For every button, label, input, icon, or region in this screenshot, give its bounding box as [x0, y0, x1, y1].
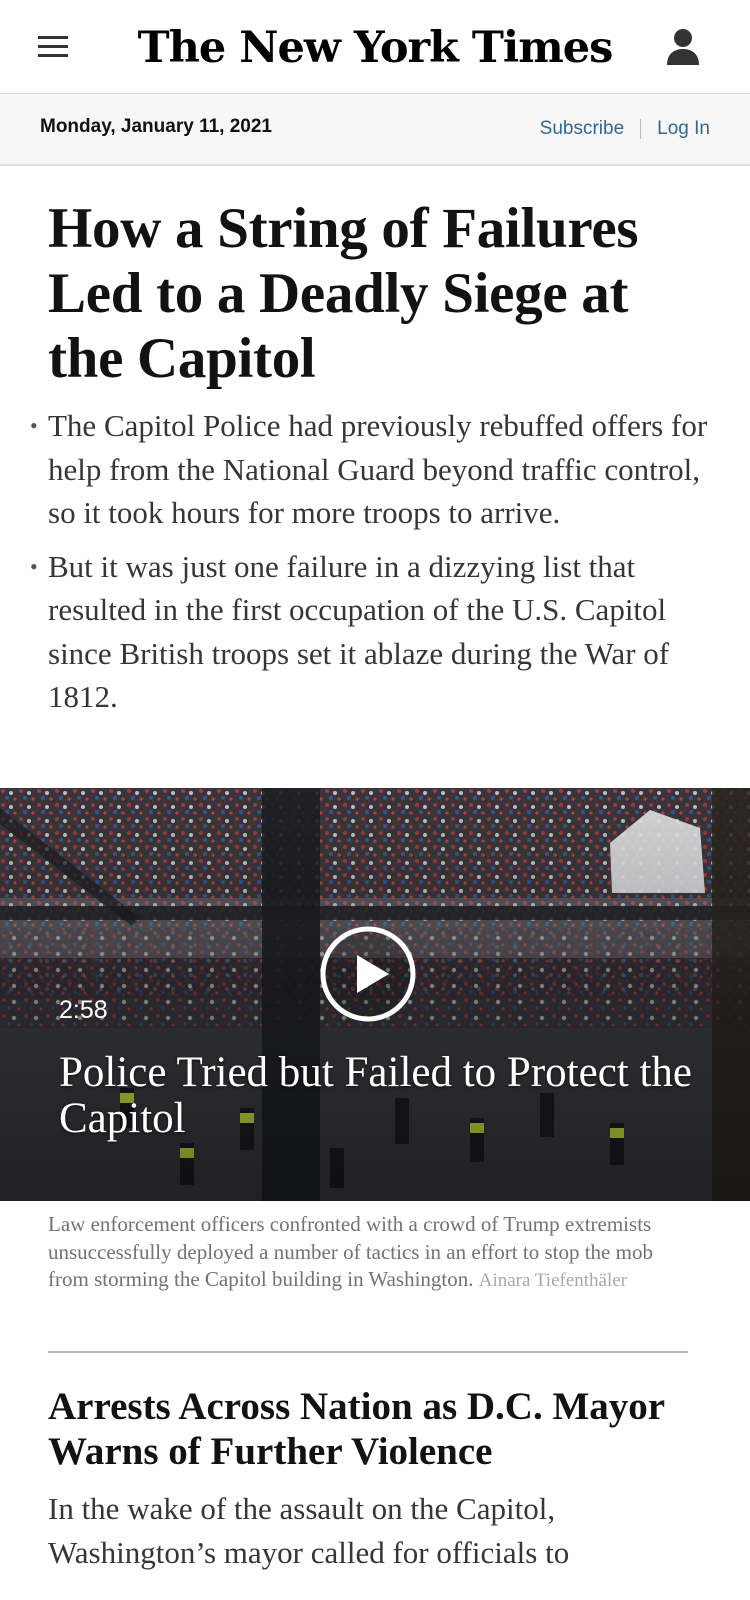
nyt-logo[interactable]: The New York Times — [0, 22, 750, 74]
photo-credit: Ainara Tiefenthäler — [478, 1270, 628, 1291]
second-summary: In the wake of the assault on the Capito… — [48, 1491, 570, 1570]
current-date: Monday, January 11, 2021 — [40, 116, 272, 137]
masthead: The New York Times — [0, 0, 750, 94]
summary-text: The Capitol Police had previously rebuff… — [48, 408, 708, 530]
date-bar: Monday, January 11, 2021 Subscribe Log I… — [0, 94, 750, 166]
subscribe-link[interactable]: Subscribe — [540, 118, 625, 140]
bullet-marker: • — [30, 553, 38, 579]
login-link[interactable]: Log In — [657, 118, 710, 140]
link-divider — [640, 119, 642, 139]
video-duration: 2:58 — [59, 996, 108, 1024]
lead-headline[interactable]: How a String of Failures Led to a Deadly… — [48, 196, 708, 391]
play-icon[interactable] — [319, 925, 417, 1023]
auth-links: Subscribe Log In — [540, 118, 710, 140]
user-account-icon[interactable] — [665, 28, 701, 66]
summary-text: But it was just one failure in a dizzyin… — [48, 548, 670, 715]
section-divider — [48, 1351, 688, 1353]
summary-item: • But it was just one failure in a dizzy… — [30, 545, 708, 719]
lead-summary-list: • The Capitol Police had previously rebu… — [30, 404, 708, 729]
second-headline[interactable]: Arrests Across Nation as D.C. Mayor Warn… — [48, 1384, 728, 1474]
bullet-marker: • — [30, 413, 38, 438]
video-player[interactable]: 2:58 Police Tried but Failed to Protect … — [0, 788, 750, 1201]
video-title[interactable]: Police Tried but Failed to Protect the C… — [59, 1050, 719, 1142]
summary-item: • The Capitol Police had previously rebu… — [30, 404, 708, 535]
video-caption: Law enforcement officers confronted with… — [48, 1211, 698, 1295]
